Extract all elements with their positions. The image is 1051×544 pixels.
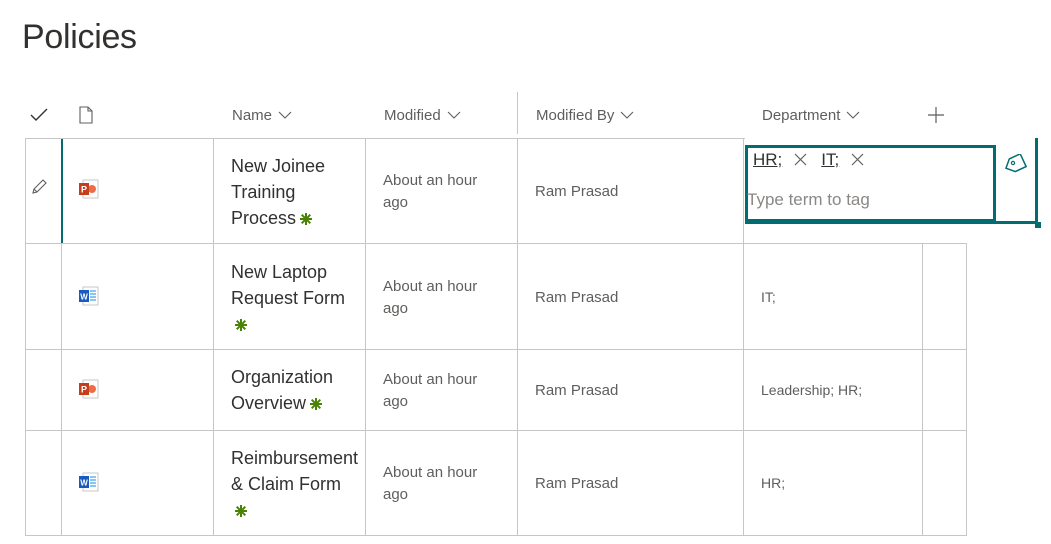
column-header-label: Modified By: [536, 106, 615, 124]
column-header-label: Modified: [384, 106, 441, 124]
modified-by-cell[interactable]: Ram Prasad: [535, 475, 618, 492]
modified-cell: About an hour ago: [383, 278, 478, 317]
powerpoint-icon: P: [79, 379, 99, 399]
edit-pencil-icon: [32, 179, 47, 194]
term-tag[interactable]: HR;: [753, 150, 782, 170]
name-line: Overview: [231, 393, 307, 413]
word-icon: W: [79, 472, 99, 492]
svg-text:W: W: [80, 293, 88, 302]
grid-line: [25, 138, 745, 139]
column-header-name[interactable]: Name: [232, 92, 292, 138]
chevron-down-icon: [447, 111, 461, 119]
modified-cell: About an hour ago: [383, 371, 478, 410]
chevron-down-icon: [846, 111, 860, 119]
grid-line: [922, 243, 923, 536]
new-item-icon: [235, 505, 247, 518]
checkmark-icon: [30, 108, 48, 121]
name-line: Organization: [231, 367, 334, 387]
remove-term-button[interactable]: [851, 151, 864, 169]
column-divider[interactable]: [517, 92, 518, 134]
department-cell[interactable]: IT;: [761, 289, 776, 305]
row-selection-accent: [61, 139, 63, 243]
new-item-icon: [300, 213, 313, 226]
new-item-icon: [310, 398, 323, 411]
grid-line: [25, 349, 967, 350]
file-type-cell[interactable]: W: [78, 285, 100, 307]
term-tag[interactable]: IT;: [821, 150, 839, 170]
add-column-button[interactable]: [927, 92, 945, 138]
department-cell[interactable]: Leadership; HR;: [761, 382, 862, 398]
grid-line: [25, 243, 967, 244]
remove-icon: [794, 153, 807, 166]
name-cell[interactable]: Reimbursement & Claim Form: [231, 445, 365, 523]
grid-line: [61, 243, 62, 536]
name-line: Process: [231, 208, 297, 228]
file-type-cell[interactable]: W: [78, 471, 100, 493]
name-cell[interactable]: New Joinee Training Process: [231, 153, 363, 231]
name-cell[interactable]: Organization Overview: [231, 364, 363, 416]
column-header-label: Department: [762, 106, 841, 124]
department-cell[interactable]: HR;: [761, 475, 785, 491]
name-cell[interactable]: New Laptop Request Form: [231, 259, 363, 337]
name-line: Reimbursement: [231, 448, 359, 468]
new-item-icon: [235, 319, 247, 332]
remove-term-button[interactable]: [794, 151, 807, 169]
grid-line: [25, 138, 26, 536]
grid-line: [365, 138, 366, 536]
remove-icon: [851, 153, 864, 166]
modified-by-cell[interactable]: Ram Prasad: [535, 183, 618, 200]
word-icon: W: [79, 286, 99, 306]
name-line: New Joinee: [231, 156, 326, 176]
column-header-modified[interactable]: Modified: [384, 92, 461, 138]
column-header-modified-by[interactable]: Modified By: [536, 92, 634, 138]
modified-by-cell[interactable]: Ram Prasad: [535, 382, 618, 399]
browse-terms-button[interactable]: [1003, 152, 1029, 178]
chevron-down-icon: [278, 111, 292, 119]
svg-text:P: P: [81, 185, 87, 195]
column-header-label: Name: [232, 106, 273, 124]
grid-line: [517, 138, 518, 536]
selected-terms: HR; IT;: [753, 150, 878, 170]
file-type-cell[interactable]: P: [78, 178, 100, 200]
page-title: Policies: [22, 18, 137, 56]
grid-line: [743, 138, 744, 536]
select-all-checkmark[interactable]: [30, 92, 48, 138]
document-icon: [79, 106, 93, 124]
name-line: New Laptop: [231, 262, 328, 282]
modified-cell: About an hour ago: [383, 172, 478, 211]
file-type-cell[interactable]: P: [78, 378, 100, 400]
modified-cell: About an hour ago: [383, 464, 478, 503]
grid-line: [25, 430, 967, 431]
fill-handle[interactable]: [1035, 222, 1041, 228]
grid-line: [25, 535, 967, 536]
row-edit-button[interactable]: [30, 178, 48, 196]
grid-line: [213, 138, 214, 536]
svg-text:P: P: [81, 385, 87, 395]
add-icon: [928, 107, 944, 123]
column-header-department[interactable]: Department: [762, 92, 860, 138]
name-line: Training: [231, 182, 296, 202]
grid-line: [966, 243, 967, 536]
name-line: Request Form: [231, 288, 346, 308]
term-input[interactable]: [747, 188, 987, 212]
file-type-header[interactable]: [78, 92, 94, 138]
name-line: & Claim Form: [231, 474, 342, 494]
tag-icon: [1004, 152, 1028, 173]
modified-by-cell[interactable]: Ram Prasad: [535, 289, 618, 306]
chevron-down-icon: [620, 111, 634, 119]
svg-text:W: W: [80, 479, 88, 488]
powerpoint-icon: P: [79, 179, 99, 199]
